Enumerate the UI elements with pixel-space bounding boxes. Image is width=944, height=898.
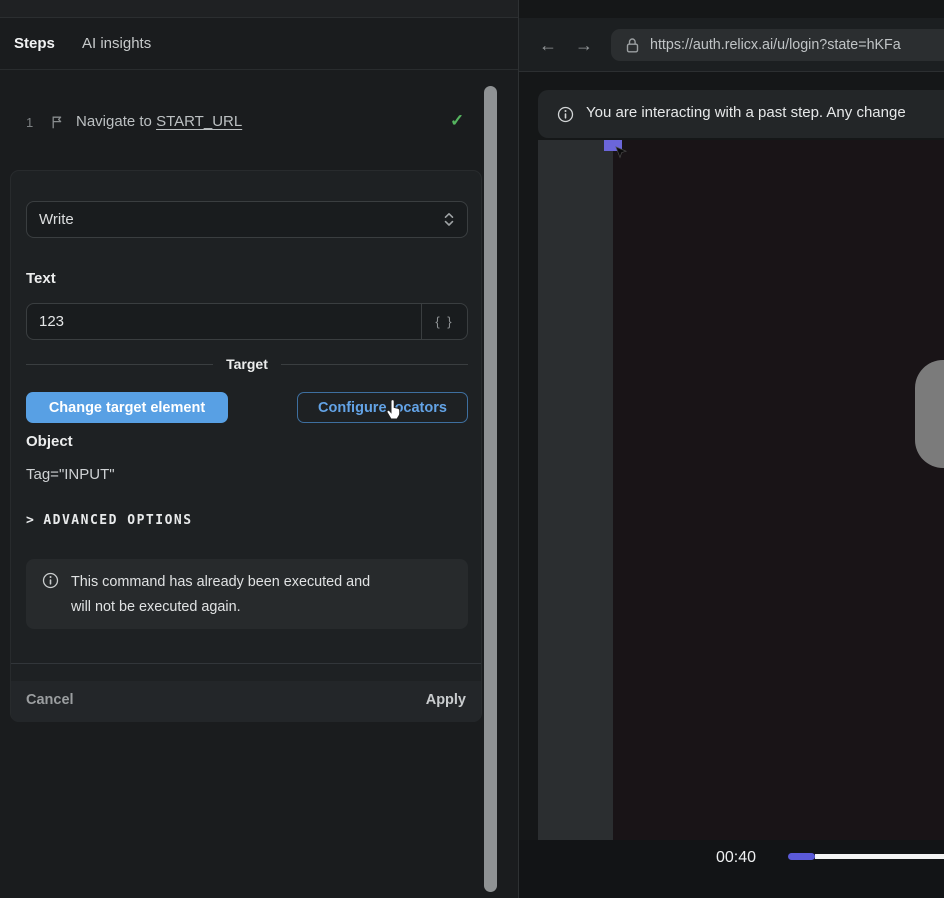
step-action-text: Navigate to [76, 113, 152, 130]
player-progress-bar[interactable] [788, 853, 944, 860]
object-value: Tag="INPUT" [26, 466, 115, 483]
step-editor-card: Write Text { } Target Change target elem [10, 170, 482, 722]
replay-screenshot-main [613, 140, 944, 840]
notice-banner-text: You are interacting with a past step. An… [586, 104, 906, 121]
info-message-box: This command has already been executed a… [26, 559, 468, 629]
panel-scrollbar-thumb[interactable] [484, 86, 497, 892]
replay-screenshot-sidebar [538, 140, 613, 840]
select-updown-chevron-icon [443, 212, 455, 227]
app-window: Steps AI insights 1 Navigate to START_UR… [0, 0, 944, 898]
step-description: Navigate to START_URL [76, 113, 242, 130]
info-message-text: This command has already been executed a… [71, 570, 393, 620]
info-icon [42, 572, 59, 589]
advanced-options-label: ADVANCED OPTIONS [43, 513, 192, 528]
progress-fill [788, 853, 815, 860]
footer-divider [11, 663, 481, 664]
step-list-item[interactable]: 1 Navigate to START_URL ✓ [0, 100, 480, 146]
player-timestamp: 00:40 [705, 849, 767, 867]
browser-back-button[interactable]: ← [539, 18, 557, 72]
step-target-link[interactable]: START_URL [156, 113, 242, 130]
object-label: Object [26, 433, 73, 450]
lock-icon [625, 37, 639, 54]
divider-line [281, 364, 468, 365]
tab-steps[interactable]: Steps [14, 18, 55, 70]
insert-variable-button[interactable]: { } [421, 304, 467, 339]
panel-tabs: Steps AI insights [0, 18, 518, 70]
past-step-notice-banner: You are interacting with a past step. An… [538, 90, 944, 138]
steps-panel: Steps AI insights 1 Navigate to START_UR… [0, 18, 518, 898]
cancel-button[interactable]: Cancel [26, 692, 74, 708]
text-input[interactable] [27, 304, 421, 339]
target-heading: Target [226, 356, 268, 372]
side-panel-handle[interactable] [915, 360, 944, 468]
advanced-options-toggle[interactable]: > ADVANCED OPTIONS [26, 513, 193, 528]
editor-footer: Cancel Apply [11, 681, 481, 722]
browser-chrome-bar: ← → https://auth.relicx.ai/u/login?state… [519, 18, 944, 72]
divider-line [26, 364, 213, 365]
text-input-group: { } [26, 303, 468, 340]
step-number: 1 [26, 115, 33, 130]
apply-button[interactable]: Apply [426, 692, 466, 708]
browser-replay-panel: ← → https://auth.relicx.ai/u/login?state… [518, 0, 944, 898]
browser-forward-button[interactable]: → [575, 18, 593, 72]
progress-track [815, 854, 944, 859]
browser-url-text: https://auth.relicx.ai/u/login?state=hKF… [650, 37, 901, 53]
target-section-divider: Target [26, 356, 468, 372]
info-icon [557, 106, 574, 123]
tab-ai-insights[interactable]: AI insights [82, 18, 151, 70]
command-select[interactable]: Write [26, 201, 468, 238]
chevron-right-icon: > [26, 513, 35, 528]
step-success-check-icon: ✓ [450, 111, 464, 131]
flag-icon [50, 115, 64, 130]
mouse-pointer-cursor-icon [382, 397, 404, 421]
text-field-label: Text [26, 270, 56, 287]
browser-url-bar[interactable]: https://auth.relicx.ai/u/login?state=hKF… [611, 29, 944, 61]
replay-player-bar: 00:40 [519, 840, 944, 898]
replay-cursor-icon [615, 146, 629, 160]
change-target-element-button[interactable]: Change target element [26, 392, 228, 423]
command-select-value: Write [39, 211, 443, 228]
